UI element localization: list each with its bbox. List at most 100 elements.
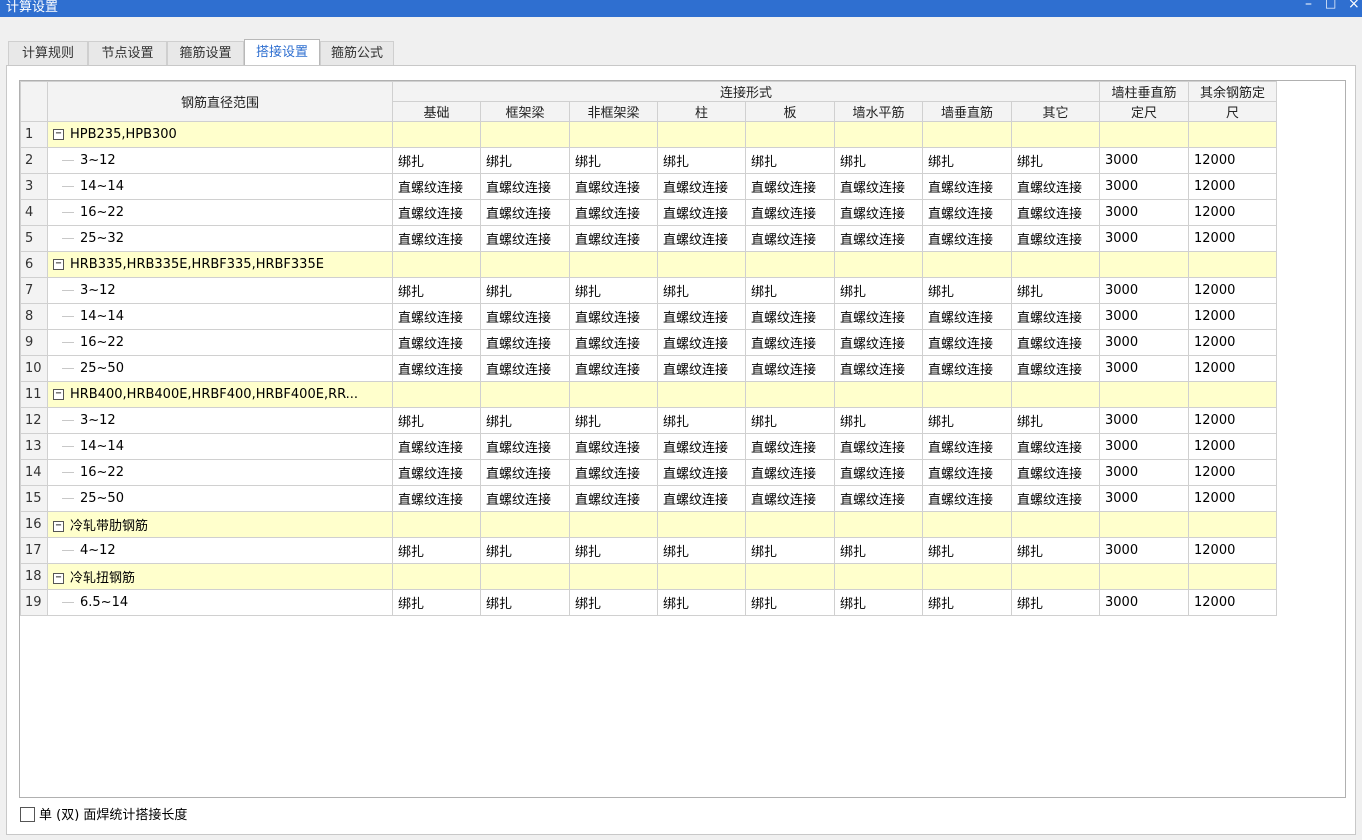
group-empty-cell[interactable] [1099, 381, 1189, 408]
connection-cell[interactable]: 绑扎 [569, 407, 658, 434]
wall-col-length-cell[interactable]: 3000 [1099, 355, 1189, 382]
connection-cell[interactable]: 直螺纹连接 [480, 303, 570, 330]
group-empty-cell[interactable] [657, 121, 746, 148]
table-row[interactable]: 19 6.5~14 绑扎 绑扎 绑扎 绑扎 绑扎 绑扎 绑扎 绑扎 3000 12000 [20, 589, 1277, 616]
connection-cell[interactable]: 绑扎 [834, 277, 923, 304]
group-empty-cell[interactable] [392, 121, 481, 148]
group-empty-cell[interactable] [834, 121, 923, 148]
connection-cell[interactable]: 直螺纹连接 [657, 485, 746, 512]
connection-cell[interactable]: 直螺纹连接 [834, 433, 923, 460]
connection-cell[interactable]: 绑扎 [392, 277, 481, 304]
other-length-cell[interactable]: 12000 [1188, 459, 1277, 486]
connection-cell[interactable]: 直螺纹连接 [745, 303, 835, 330]
tab-node-settings[interactable]: 节点设置 [88, 41, 167, 65]
connection-cell[interactable]: 直螺纹连接 [392, 459, 481, 486]
connection-cell[interactable]: 绑扎 [834, 589, 923, 616]
other-length-cell[interactable]: 12000 [1188, 277, 1277, 304]
group-empty-cell[interactable] [922, 511, 1012, 538]
connection-cell[interactable]: 直螺纹连接 [657, 433, 746, 460]
connection-cell[interactable]: 直螺纹连接 [569, 225, 658, 252]
wall-col-length-cell[interactable]: 3000 [1099, 329, 1189, 356]
connection-cell[interactable]: 直螺纹连接 [922, 303, 1012, 330]
diameter-range-cell[interactable]: 25~32 [47, 225, 393, 252]
connection-cell[interactable]: 绑扎 [745, 589, 835, 616]
group-empty-cell[interactable] [745, 511, 835, 538]
connection-cell[interactable]: 绑扎 [569, 537, 658, 564]
group-empty-cell[interactable] [922, 381, 1012, 408]
connection-cell[interactable]: 绑扎 [569, 277, 658, 304]
connection-cell[interactable]: 直螺纹连接 [1011, 199, 1100, 226]
connection-cell[interactable]: 绑扎 [480, 407, 570, 434]
connection-cell[interactable]: 绑扎 [922, 589, 1012, 616]
group-empty-cell[interactable] [922, 251, 1012, 278]
group-row[interactable]: 1− HPB235,HPB300 [20, 121, 1277, 148]
group-empty-cell[interactable] [834, 511, 923, 538]
connection-cell[interactable]: 直螺纹连接 [1011, 459, 1100, 486]
wall-col-length-cell[interactable]: 3000 [1099, 199, 1189, 226]
connection-cell[interactable]: 绑扎 [569, 589, 658, 616]
connection-cell[interactable]: 直螺纹连接 [569, 485, 658, 512]
group-empty-cell[interactable] [1188, 381, 1277, 408]
group-empty-cell[interactable] [1099, 121, 1189, 148]
connection-cell[interactable]: 直螺纹连接 [480, 173, 570, 200]
connection-cell[interactable]: 直螺纹连接 [480, 459, 570, 486]
group-empty-cell[interactable] [480, 121, 570, 148]
connection-cell[interactable]: 直螺纹连接 [1011, 329, 1100, 356]
connection-cell[interactable]: 直螺纹连接 [922, 355, 1012, 382]
group-empty-cell[interactable] [1011, 381, 1100, 408]
connection-cell[interactable]: 绑扎 [480, 147, 570, 174]
diameter-range-cell[interactable]: 3~12 [47, 147, 393, 174]
group-empty-cell[interactable] [1011, 563, 1100, 590]
connection-cell[interactable]: 绑扎 [745, 537, 835, 564]
table-row[interactable]: 7 3~12 绑扎 绑扎 绑扎 绑扎 绑扎 绑扎 绑扎 绑扎 3000 12000 [20, 277, 1277, 304]
connection-cell[interactable]: 绑扎 [922, 537, 1012, 564]
wall-col-length-cell[interactable]: 3000 [1099, 225, 1189, 252]
connection-cell[interactable]: 绑扎 [745, 407, 835, 434]
minimize-icon[interactable]: – [1305, 0, 1312, 12]
connection-cell[interactable]: 绑扎 [834, 147, 923, 174]
tab-lap-settings[interactable]: 搭接设置 [244, 39, 320, 66]
connection-cell[interactable]: 直螺纹连接 [569, 459, 658, 486]
wall-col-length-cell[interactable]: 3000 [1099, 433, 1189, 460]
diameter-range-cell[interactable]: 4~12 [47, 537, 393, 564]
group-row[interactable]: 16− 冷轧带肋钢筋 [20, 511, 1277, 538]
other-length-cell[interactable]: 12000 [1188, 433, 1277, 460]
diameter-range-cell[interactable]: 16~22 [47, 459, 393, 486]
connection-cell[interactable]: 直螺纹连接 [569, 303, 658, 330]
wall-col-length-cell[interactable]: 3000 [1099, 459, 1189, 486]
maximize-icon[interactable]: □ [1325, 0, 1336, 10]
wall-col-length-cell[interactable]: 3000 [1099, 407, 1189, 434]
group-empty-cell[interactable] [569, 511, 658, 538]
group-empty-cell[interactable] [657, 511, 746, 538]
wall-col-length-cell[interactable]: 3000 [1099, 277, 1189, 304]
group-empty-cell[interactable] [922, 563, 1012, 590]
connection-cell[interactable]: 直螺纹连接 [834, 329, 923, 356]
connection-cell[interactable]: 绑扎 [392, 537, 481, 564]
collapse-icon[interactable]: − [53, 259, 64, 270]
connection-cell[interactable]: 直螺纹连接 [480, 355, 570, 382]
connection-cell[interactable]: 直螺纹连接 [657, 459, 746, 486]
connection-cell[interactable]: 绑扎 [745, 277, 835, 304]
wall-col-length-cell[interactable]: 3000 [1099, 147, 1189, 174]
group-row[interactable]: 6− HRB335,HRB335E,HRBF335,HRBF335E [20, 251, 1277, 278]
group-empty-cell[interactable] [480, 381, 570, 408]
group-row[interactable]: 18− 冷轧扭钢筋 [20, 563, 1277, 590]
table-row[interactable]: 3 14~14 直螺纹连接 直螺纹连接 直螺纹连接 直螺纹连接 直螺纹连接 直螺纹连接 直螺纹连… [20, 173, 1277, 200]
connection-cell[interactable]: 直螺纹连接 [834, 303, 923, 330]
weld-lap-checkbox[interactable] [20, 807, 35, 822]
other-length-cell[interactable]: 12000 [1188, 173, 1277, 200]
other-length-cell[interactable]: 12000 [1188, 407, 1277, 434]
tab-stirrup-settings[interactable]: 箍筋设置 [167, 41, 244, 65]
connection-cell[interactable]: 绑扎 [1011, 407, 1100, 434]
connection-cell[interactable]: 绑扎 [1011, 277, 1100, 304]
diameter-range-cell[interactable]: 14~14 [47, 303, 393, 330]
wall-col-length-cell[interactable]: 3000 [1099, 485, 1189, 512]
group-empty-cell[interactable] [745, 381, 835, 408]
connection-cell[interactable]: 绑扎 [480, 589, 570, 616]
table-row[interactable]: 9 16~22 直螺纹连接 直螺纹连接 直螺纹连接 直螺纹连接 直螺纹连接 直螺纹连接 直螺纹连… [20, 329, 1277, 356]
connection-cell[interactable]: 直螺纹连接 [1011, 173, 1100, 200]
group-empty-cell[interactable] [569, 563, 658, 590]
connection-cell[interactable]: 直螺纹连接 [922, 459, 1012, 486]
connection-cell[interactable]: 绑扎 [657, 589, 746, 616]
connection-cell[interactable]: 直螺纹连接 [1011, 355, 1100, 382]
